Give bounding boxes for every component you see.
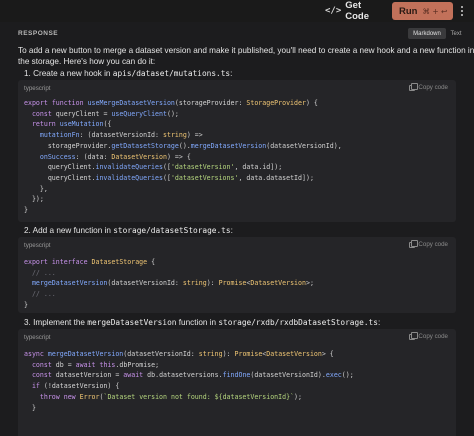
intro-line-1: To add a new button to merge a dataset v… [18, 46, 474, 55]
run-label: Run [399, 5, 418, 17]
code-content: export function useMergeDatasetVersion(s… [24, 99, 342, 215]
copy-code-button[interactable]: Copy code [409, 82, 448, 91]
file-path: storage/rxdb/rxdbDatasetStorage.ts [218, 318, 378, 327]
copy-icon [409, 331, 419, 340]
more-options-icon[interactable] [458, 3, 466, 19]
code-block-1: typescript Copy code export function use… [18, 80, 456, 222]
intro-line-2: the storage. Here's how you can do it: [18, 57, 156, 66]
copy-icon [409, 239, 419, 248]
function-name: mergeDatasetVersion [87, 318, 177, 327]
code-block-3: typescript Copy code async mergeDatasetV… [18, 329, 456, 436]
code-content: export interface DatasetStorage { // ...… [24, 258, 314, 309]
copy-icon [409, 82, 419, 91]
copy-code-button[interactable]: Copy code [409, 239, 448, 248]
get-code-button[interactable]: </> Get Code [325, 0, 385, 22]
code-language: typescript [24, 85, 51, 92]
toolbar: </> Get Code Run ⌘ + ↩ [0, 0, 474, 22]
code-language: typescript [24, 334, 51, 341]
code-icon: </> [325, 6, 342, 16]
step-3: 3. Implement the mergeDatasetVersion fun… [24, 318, 381, 327]
file-path: apis/dataset/mutations.ts [112, 69, 231, 78]
code-content: async mergeDatasetVersion(datasetVersion… [24, 350, 354, 412]
run-button[interactable]: Run ⌘ + ↩ [392, 2, 453, 20]
file-path: storage/datasetStorage.ts [113, 226, 231, 235]
response-header: RESPONSE [18, 30, 59, 37]
get-code-label: Get Code [345, 0, 370, 22]
step-1: 1. Create a new hook in apis/dataset/mut… [24, 69, 233, 78]
tab-text[interactable]: Text [448, 28, 464, 39]
run-shortcut: ⌘ + ↩ [422, 6, 448, 16]
tab-markdown[interactable]: Markdown [408, 28, 446, 39]
code-language: typescript [24, 242, 51, 249]
code-block-2: typescript Copy code export interface Da… [18, 237, 456, 313]
step-2: 2. Add a new function in storage/dataset… [24, 226, 233, 235]
copy-code-button[interactable]: Copy code [409, 331, 448, 340]
